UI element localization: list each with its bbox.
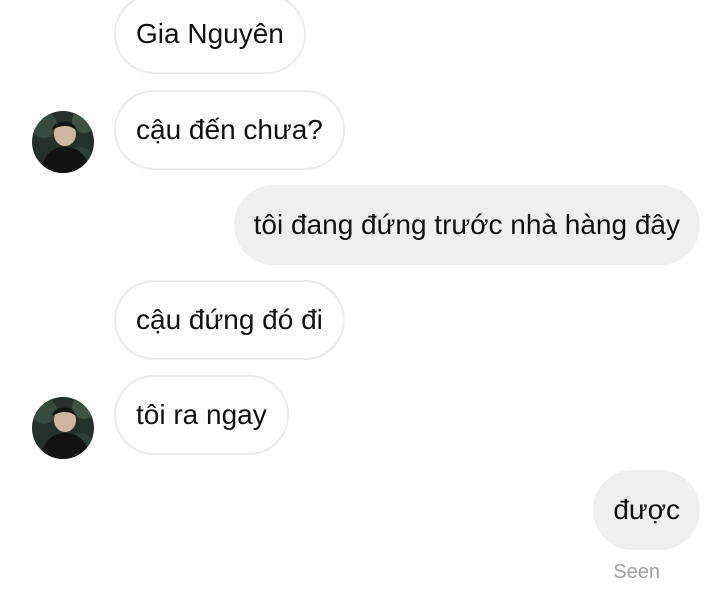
message-text: cậu đứng đó đi <box>136 304 323 335</box>
seen-status: Seen <box>613 561 660 583</box>
message-text: Gia Nguyên <box>136 18 284 49</box>
message-text: tôi đang đứng trước nhà hàng đây <box>253 209 680 240</box>
message-bubble-incoming[interactable]: cậu đến chưa? <box>114 90 345 170</box>
message-bubble-incoming[interactable]: Gia Nguyên <box>114 0 306 74</box>
message-text: được <box>613 494 680 525</box>
message-bubble-incoming[interactable]: tôi ra ngay <box>114 375 289 455</box>
message-bubble-outgoing[interactable]: được <box>593 470 700 550</box>
sender-avatar[interactable] <box>32 397 94 459</box>
message-text: cậu đến chưa? <box>136 114 323 145</box>
sender-avatar[interactable] <box>32 111 94 173</box>
message-bubble-incoming[interactable]: cậu đứng đó đi <box>114 280 345 360</box>
profile-photo-icon <box>32 111 94 173</box>
profile-photo-icon <box>32 397 94 459</box>
message-text: tôi ra ngay <box>136 399 267 430</box>
message-bubble-outgoing[interactable]: tôi đang đứng trước nhà hàng đây <box>233 185 700 265</box>
